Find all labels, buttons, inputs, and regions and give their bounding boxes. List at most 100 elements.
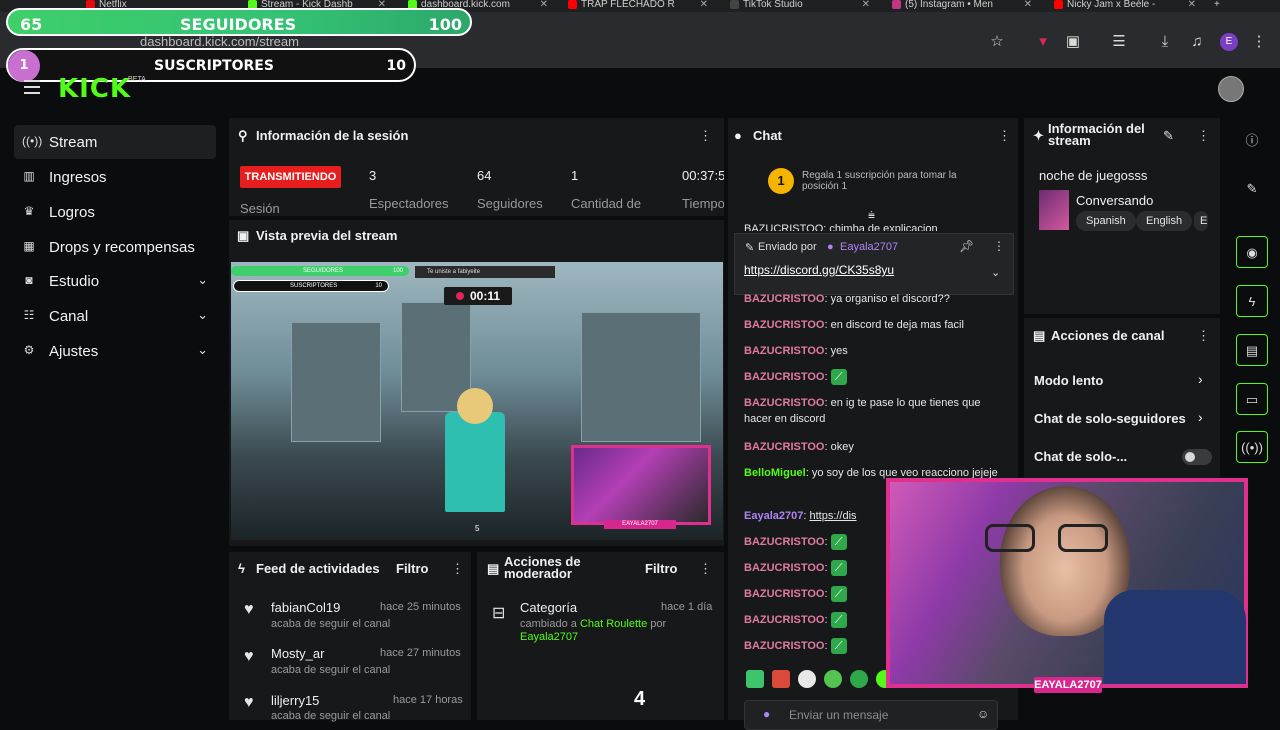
menu-icon[interactable]	[24, 80, 40, 94]
feed-item-name[interactable]: fabianCol19	[271, 600, 340, 615]
nav-item-stream[interactable]: ((•)) Stream	[14, 125, 216, 159]
emote-icon[interactable]	[798, 670, 816, 688]
chevron-down-icon[interactable]: ⌄	[197, 272, 208, 288]
time-label: Tiempo	[682, 196, 724, 211]
pin-toggle-icon[interactable]: 📌︎	[959, 239, 974, 253]
tab-label: TikTok Studio	[743, 0, 803, 10]
url-field[interactable]: dashboard.kick.com/stream	[140, 34, 299, 49]
avatar[interactable]	[1218, 76, 1244, 102]
profile-icon[interactable]: E	[1220, 33, 1238, 51]
mod-item-user[interactable]: Eayala2707	[520, 631, 578, 643]
channel-actions-more-icon[interactable]: ⋮	[1197, 328, 1210, 344]
chat-message: BAZUCRISTOO: ya organiso el discord??	[744, 291, 1006, 307]
emote-icon[interactable]	[850, 670, 868, 688]
chevron-down-icon[interactable]: ⌄	[197, 307, 208, 323]
close-icon[interactable]: ✕	[1024, 0, 1032, 10]
chat-username[interactable]: BAZUCRISTOO	[744, 345, 824, 357]
subs-only-item[interactable]: Chat de solo-...	[1034, 449, 1127, 464]
chat-username[interactable]: BAZUCRISTOO	[744, 588, 824, 600]
emote-icon[interactable]	[824, 670, 842, 688]
emote-icon[interactable]	[746, 670, 764, 688]
broadcast-icon[interactable]: ((•))	[1236, 431, 1268, 463]
tag-chip[interactable]: Spanish	[1076, 211, 1136, 231]
nav-item-drops[interactable]: ▦ Drops y recompensas	[14, 230, 216, 264]
chevron-down-icon[interactable]: ⌄	[991, 266, 1000, 279]
close-icon[interactable]: ✕	[540, 0, 548, 10]
tab-tiktok-studio[interactable]: TikTok Studio ✕	[730, 0, 870, 12]
chevron-right-icon[interactable]: ›	[1198, 409, 1203, 425]
chat-bubble-icon[interactable]: ▭	[1236, 383, 1268, 415]
scroll-anchor-icon[interactable]: ⩧	[868, 208, 875, 223]
download-icon[interactable]: ⤓	[1156, 33, 1174, 51]
tag-chip[interactable]: English	[1136, 211, 1193, 231]
followers-goal: 100	[428, 15, 462, 34]
nav-item-ajustes[interactable]: ⚙ Ajustes ⌄	[14, 334, 216, 368]
mod-more-icon[interactable]: ⋮	[699, 561, 712, 577]
pinned-user[interactable]: Eayala2707	[840, 241, 898, 253]
bookmark-star-icon[interactable]: ☆	[988, 33, 1006, 51]
slow-mode-item[interactable]: Modo lento	[1034, 373, 1103, 388]
edit-icon[interactable]: ✎	[1163, 128, 1174, 144]
feed-item-name[interactable]: Mosty_ar	[271, 646, 324, 661]
emoji-icon[interactable]: ☺	[977, 707, 989, 721]
chat-username[interactable]: BAZUCRISTOO	[744, 562, 824, 574]
media-icon[interactable]: ♫	[1188, 33, 1206, 51]
info-icon[interactable]: ⓘ	[1236, 125, 1268, 157]
chat-username[interactable]: BAZUCRISTOO	[744, 441, 824, 453]
more-menu-icon[interactable]: ⋮	[1250, 33, 1268, 51]
close-icon[interactable]: ✕	[862, 0, 870, 10]
session-title: Información de la sesión	[256, 128, 409, 143]
session-more-icon[interactable]: ⋮	[699, 128, 712, 144]
mod-filter-button[interactable]: Filtro	[645, 561, 678, 576]
chat-username[interactable]: Eayala2707	[744, 510, 803, 522]
chat-more-icon[interactable]: ⋮	[998, 128, 1011, 144]
pinned-link[interactable]: https://discord.gg/CK35s8yu	[744, 263, 894, 277]
tab-instagram[interactable]: (5) Instagram • Men ✕	[892, 0, 1032, 12]
chat-username[interactable]: BAZUCRISTOO	[744, 640, 824, 652]
nav-item-estudio[interactable]: ◙ Estudio ⌄	[14, 264, 216, 298]
chat-username[interactable]: BAZUCRISTOO	[744, 536, 824, 548]
followers-only-item[interactable]: Chat de solo-seguidores	[1034, 411, 1186, 426]
chevron-right-icon[interactable]: ›	[1198, 371, 1203, 387]
feed-filter-button[interactable]: Filtro	[396, 561, 429, 576]
tag-chip[interactable]: E	[1194, 211, 1208, 231]
chat-input[interactable]: ● Enviar un mensaje ☺	[744, 700, 998, 730]
chat-username[interactable]: BAZUCRISTOO	[744, 371, 824, 383]
feed-more-icon[interactable]: ⋮	[451, 561, 464, 577]
extension-icon[interactable]: ▾	[1034, 33, 1052, 51]
category-name[interactable]: Conversando	[1076, 193, 1153, 208]
followers-label: SEGUIDORES	[180, 15, 297, 34]
puzzle-icon[interactable]: ▣	[1064, 33, 1082, 51]
kick-logo[interactable]: KICK	[58, 74, 131, 104]
tab-youtube-nicky[interactable]: Nicky Jam x Beéle - ✕	[1054, 0, 1196, 12]
tab-youtube-trap[interactable]: TRAP FLECHADO R ✕	[568, 0, 708, 12]
chat-title: Chat	[753, 128, 782, 143]
followers-goal-overlay: 65 SEGUIDORES 100	[6, 8, 472, 36]
pinned-more-icon[interactable]: ⋮	[993, 239, 1005, 253]
lightning-icon[interactable]: ϟ	[1236, 285, 1268, 317]
mod-item-category[interactable]: Chat Roulette	[580, 618, 647, 630]
camera-icon[interactable]: ◉	[1236, 236, 1268, 268]
chat-username[interactable]: BAZUCRISTOO	[744, 614, 824, 626]
chat-username[interactable]: BAZUCRISTOO	[744, 319, 824, 331]
subs-only-toggle[interactable]	[1182, 449, 1212, 465]
feed-item-name[interactable]: liljerry15	[271, 693, 319, 708]
chevron-down-icon[interactable]: ⌄	[197, 342, 208, 358]
nav-item-ingresos[interactable]: ▥ Ingresos	[14, 160, 216, 194]
tab-label: Nicky Jam x Beéle -	[1067, 0, 1156, 10]
reading-list-icon[interactable]: ☰	[1110, 33, 1128, 51]
nav-item-logros[interactable]: ♛ Logros	[14, 195, 216, 229]
nav-item-canal[interactable]: ☷ Canal ⌄	[14, 299, 216, 333]
emote-icon[interactable]	[772, 670, 790, 688]
notes-icon[interactable]: ▤	[1236, 334, 1268, 366]
close-icon[interactable]: ✕	[700, 0, 708, 10]
stream-info-more-icon[interactable]: ⋮	[1197, 128, 1210, 144]
chat-text[interactable]: https://dis	[809, 510, 856, 522]
chat-username[interactable]: BAZUCRISTOO	[744, 397, 824, 409]
close-icon[interactable]: ✕	[1188, 0, 1196, 10]
edit-pencil-icon[interactable]: ✎	[1236, 173, 1268, 205]
gift-sub-prompt[interactable]: Regala 1 suscripción para tomar la posic…	[802, 170, 992, 192]
chat-username[interactable]: BAZUCRISTOO	[744, 293, 824, 305]
chat-username[interactable]: BelloMiguel	[744, 467, 806, 479]
new-tab-button[interactable]: +	[1214, 0, 1226, 12]
